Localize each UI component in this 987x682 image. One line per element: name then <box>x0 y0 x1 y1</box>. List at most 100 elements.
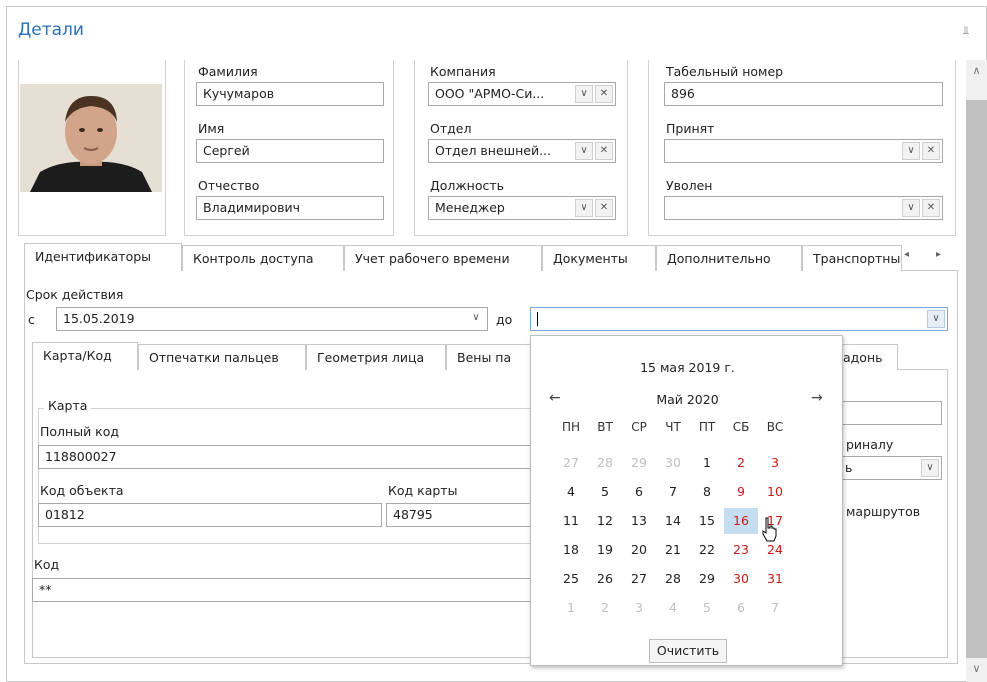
scroll-up-icon[interactable]: ∧ <box>966 60 987 82</box>
chevron-down-icon[interactable]: ∨ <box>902 142 920 160</box>
calendar-day[interactable]: 7 <box>758 595 792 621</box>
right-combo[interactable]: ь ∨ <box>838 456 942 480</box>
calendar-day[interactable]: 4 <box>656 595 690 621</box>
chevron-down-icon[interactable]: ∨ <box>921 459 939 477</box>
tab-number-field[interactable]: 896 <box>664 82 943 106</box>
calendar-day[interactable]: 2 <box>724 450 758 476</box>
calendar-day[interactable]: 8 <box>690 479 724 505</box>
calendar-day[interactable]: 25 <box>554 566 588 592</box>
calendar-day[interactable]: 12 <box>588 508 622 534</box>
to-date-combo[interactable]: ∨ <box>530 307 948 331</box>
calendar-month[interactable]: Май 2020 <box>531 392 844 407</box>
tab-number-label: Табельный номер <box>666 64 784 79</box>
calendar-day[interactable]: 26 <box>588 566 622 592</box>
hired-date-combo[interactable]: ∨ ✕ <box>664 139 943 163</box>
calendar-day[interactable]: 13 <box>622 508 656 534</box>
calendar-day[interactable]: 29 <box>690 566 724 592</box>
from-date-combo[interactable]: 15.05.2019 ∨ <box>56 307 488 331</box>
calendar-day[interactable]: 22 <box>690 537 724 563</box>
tab-time-tracking[interactable]: Учет рабочего времени <box>344 245 542 271</box>
chevron-down-icon[interactable]: ∨ <box>575 142 593 160</box>
calendar-day[interactable]: 5 <box>588 479 622 505</box>
calendar-day[interactable]: 30 <box>656 450 690 476</box>
tab-documents[interactable]: Документы <box>542 245 656 271</box>
weekday-header: ВТ <box>597 420 613 434</box>
calendar-day[interactable]: 1 <box>554 595 588 621</box>
calendar-day[interactable]: 5 <box>690 595 724 621</box>
scroll-down-icon[interactable]: ∨ <box>966 658 987 680</box>
clear-icon[interactable]: ✕ <box>922 142 940 160</box>
chevron-down-icon[interactable]: ∨ <box>927 310 945 328</box>
calendar-day[interactable]: 14 <box>656 508 690 534</box>
full-code-label: Полный код <box>40 424 120 439</box>
chevron-down-icon[interactable]: ∨ <box>902 199 920 217</box>
calendar-day[interactable]: 3 <box>622 595 656 621</box>
weekday-header: СБ <box>732 420 750 434</box>
clear-button[interactable]: Очистить <box>649 639 727 663</box>
fired-date-combo[interactable]: ∨ ✕ <box>664 196 943 220</box>
calendar-day[interactable]: 28 <box>656 566 690 592</box>
calendar-day[interactable]: 23 <box>724 537 758 563</box>
calendar-day[interactable]: 18 <box>554 537 588 563</box>
calendar-day[interactable]: 30 <box>724 566 758 592</box>
clear-icon[interactable]: ✕ <box>595 199 613 217</box>
chevron-down-icon[interactable]: ∨ <box>467 310 485 328</box>
position-label: Должность <box>430 178 505 193</box>
next-month-icon[interactable]: → <box>811 390 823 406</box>
calendar-day[interactable]: 6 <box>724 595 758 621</box>
calendar-day[interactable]: 15 <box>690 508 724 534</box>
clear-icon[interactable]: ✕ <box>595 85 613 103</box>
calendar-today[interactable]: 15 мая 2019 г. <box>531 360 844 375</box>
first-name-field[interactable]: Сергей <box>196 139 384 163</box>
calendar-day[interactable]: 27 <box>622 566 656 592</box>
right-text-field[interactable] <box>838 401 942 425</box>
calendar-day[interactable]: 16 <box>724 508 758 534</box>
position-combo[interactable]: Менеджер ∨ ✕ <box>428 196 616 220</box>
company-combo[interactable]: ООО "АРМО-Си... ∨ ✕ <box>428 82 616 106</box>
middle-name-field[interactable]: Владимирович <box>196 196 384 220</box>
calendar-day[interactable]: 7 <box>656 479 690 505</box>
tab-additional[interactable]: Дополнительно <box>656 245 802 271</box>
calendar-day[interactable]: 27 <box>554 450 588 476</box>
text-caret <box>537 312 538 326</box>
code-field[interactable]: ** <box>32 578 538 602</box>
object-code-field[interactable]: 01812 <box>38 503 382 527</box>
calendar-day[interactable]: 9 <box>724 479 758 505</box>
clear-icon[interactable]: ✕ <box>595 142 613 160</box>
full-code-field[interactable]: 118800027 <box>38 445 538 469</box>
clear-icon[interactable]: ✕ <box>922 199 940 217</box>
panel-title: Детали <box>18 20 84 40</box>
tab-scroll-right-icon[interactable]: ▸ <box>936 249 941 260</box>
calendar-day[interactable]: 31 <box>758 566 792 592</box>
card-code-label: Код карты <box>388 483 458 498</box>
department-combo[interactable]: Отдел внешней... ∨ ✕ <box>428 139 616 163</box>
calendar-day[interactable]: 29 <box>622 450 656 476</box>
subtab-fingerprints[interactable]: Отпечатки пальцев <box>138 344 306 370</box>
calendar-day[interactable]: 6 <box>622 479 656 505</box>
calendar-day[interactable]: 28 <box>588 450 622 476</box>
scrollbar-thumb[interactable] <box>966 100 987 658</box>
chevron-down-icon[interactable]: ∨ <box>575 85 593 103</box>
middle-name-label: Отчество <box>198 178 260 193</box>
subtab-card-code[interactable]: Карта/Код <box>32 342 138 370</box>
tab-transport[interactable]: Транспортны <box>802 245 902 271</box>
calendar-day[interactable]: 21 <box>656 537 690 563</box>
subtab-palm-veins[interactable]: Вены па <box>446 344 536 370</box>
right-combo-value: ь <box>845 460 853 475</box>
calendar-day[interactable]: 19 <box>588 537 622 563</box>
pin-icon[interactable]: ⫫ <box>963 24 969 38</box>
calendar-day[interactable]: 4 <box>554 479 588 505</box>
calendar-day[interactable]: 1 <box>690 450 724 476</box>
subtab-face-geometry[interactable]: Геометрия лица <box>306 344 446 370</box>
card-code-field[interactable]: 48795 <box>386 503 536 527</box>
last-name-field[interactable]: Кучумаров <box>196 82 384 106</box>
calendar-day[interactable]: 3 <box>758 450 792 476</box>
calendar-day[interactable]: 2 <box>588 595 622 621</box>
tab-scroll-left-icon[interactable]: ◂ <box>904 249 909 260</box>
tab-identifiers[interactable]: Идентификаторы <box>24 243 182 271</box>
calendar-day[interactable]: 10 <box>758 479 792 505</box>
calendar-day[interactable]: 11 <box>554 508 588 534</box>
tab-access-control[interactable]: Контроль доступа <box>182 245 344 271</box>
chevron-down-icon[interactable]: ∨ <box>575 199 593 217</box>
calendar-day[interactable]: 20 <box>622 537 656 563</box>
